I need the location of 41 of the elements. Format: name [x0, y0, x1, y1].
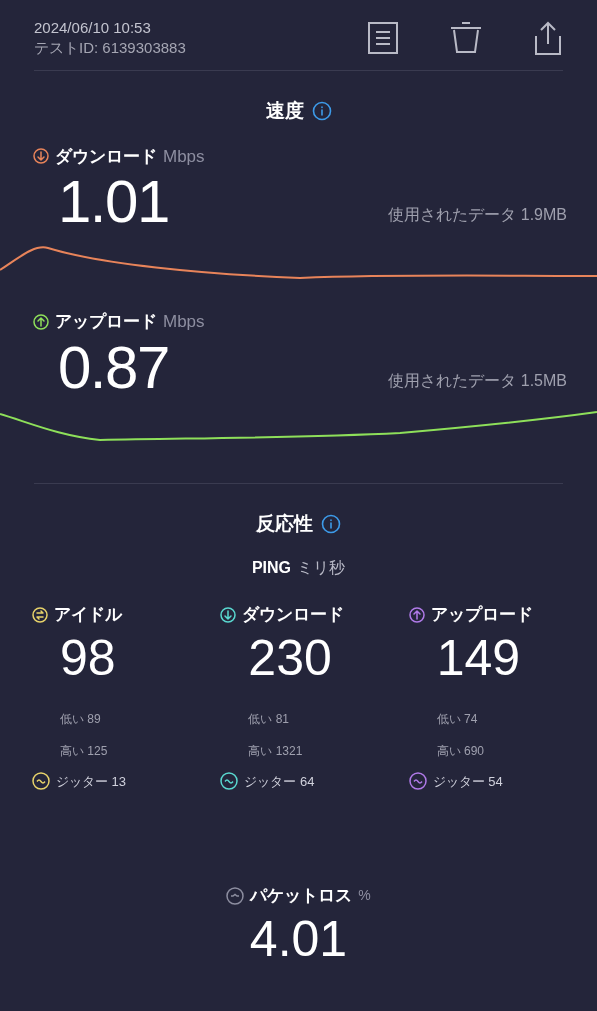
ping-type-label: ダウンロード — [242, 604, 345, 626]
jitter-value: ジッター 64 — [244, 772, 315, 791]
data-used: 使用されたデータ 1.9MB — [388, 205, 567, 225]
ping-label: PING — [251, 558, 292, 578]
metric-label: アップロード — [55, 311, 157, 333]
ping-value: 149 — [435, 628, 522, 688]
jitter-value: ジッター 13 — [56, 772, 127, 791]
test-id: テストID: 6139303883 — [34, 38, 186, 58]
packet-loss-value: 4.01 — [249, 909, 348, 969]
ping-low: 低い 89 — [59, 710, 102, 728]
ping-type-label: アイドル — [54, 604, 122, 626]
info-icon[interactable] — [321, 513, 341, 534]
metric-label: ダウンロード — [55, 145, 157, 168]
packet-loss-icon — [226, 886, 245, 905]
ping-low: 低い 81 — [247, 710, 290, 728]
test-datetime: 2024/06/10 10:53 — [34, 18, 152, 38]
trash-icon[interactable] — [449, 20, 483, 56]
ping-value: 230 — [247, 628, 333, 688]
ping-unit: ミリ秒 — [297, 558, 346, 578]
section-title: 速度 — [265, 99, 304, 123]
ping-high: 高い 125 — [59, 742, 109, 760]
ping-type-label: アップロード — [430, 604, 533, 626]
packet-loss-label: パケットロス — [250, 885, 353, 907]
unit-label: Mbps — [163, 145, 205, 168]
jitter-icon — [32, 772, 50, 791]
speed-value: 0.87 — [58, 332, 169, 403]
share-icon[interactable] — [533, 20, 563, 56]
ping-high: 高い 1321 — [247, 742, 304, 760]
ping-high: 高い 690 — [435, 742, 485, 760]
jitter-value: ジッター 54 — [432, 772, 503, 791]
jitter-icon — [220, 772, 239, 791]
data-used: 使用されたデータ 1.5MB — [388, 370, 567, 391]
speed-value: 1.01 — [58, 167, 169, 237]
section-title: 反応性 — [256, 511, 313, 536]
ping-value: 98 — [59, 628, 117, 688]
ping-low: 低い 74 — [435, 710, 479, 728]
document-icon[interactable] — [367, 21, 399, 55]
jitter-icon — [408, 772, 427, 791]
unit-label: Mbps — [163, 311, 205, 333]
info-icon[interactable] — [311, 101, 332, 122]
unit-label: % — [358, 886, 371, 906]
